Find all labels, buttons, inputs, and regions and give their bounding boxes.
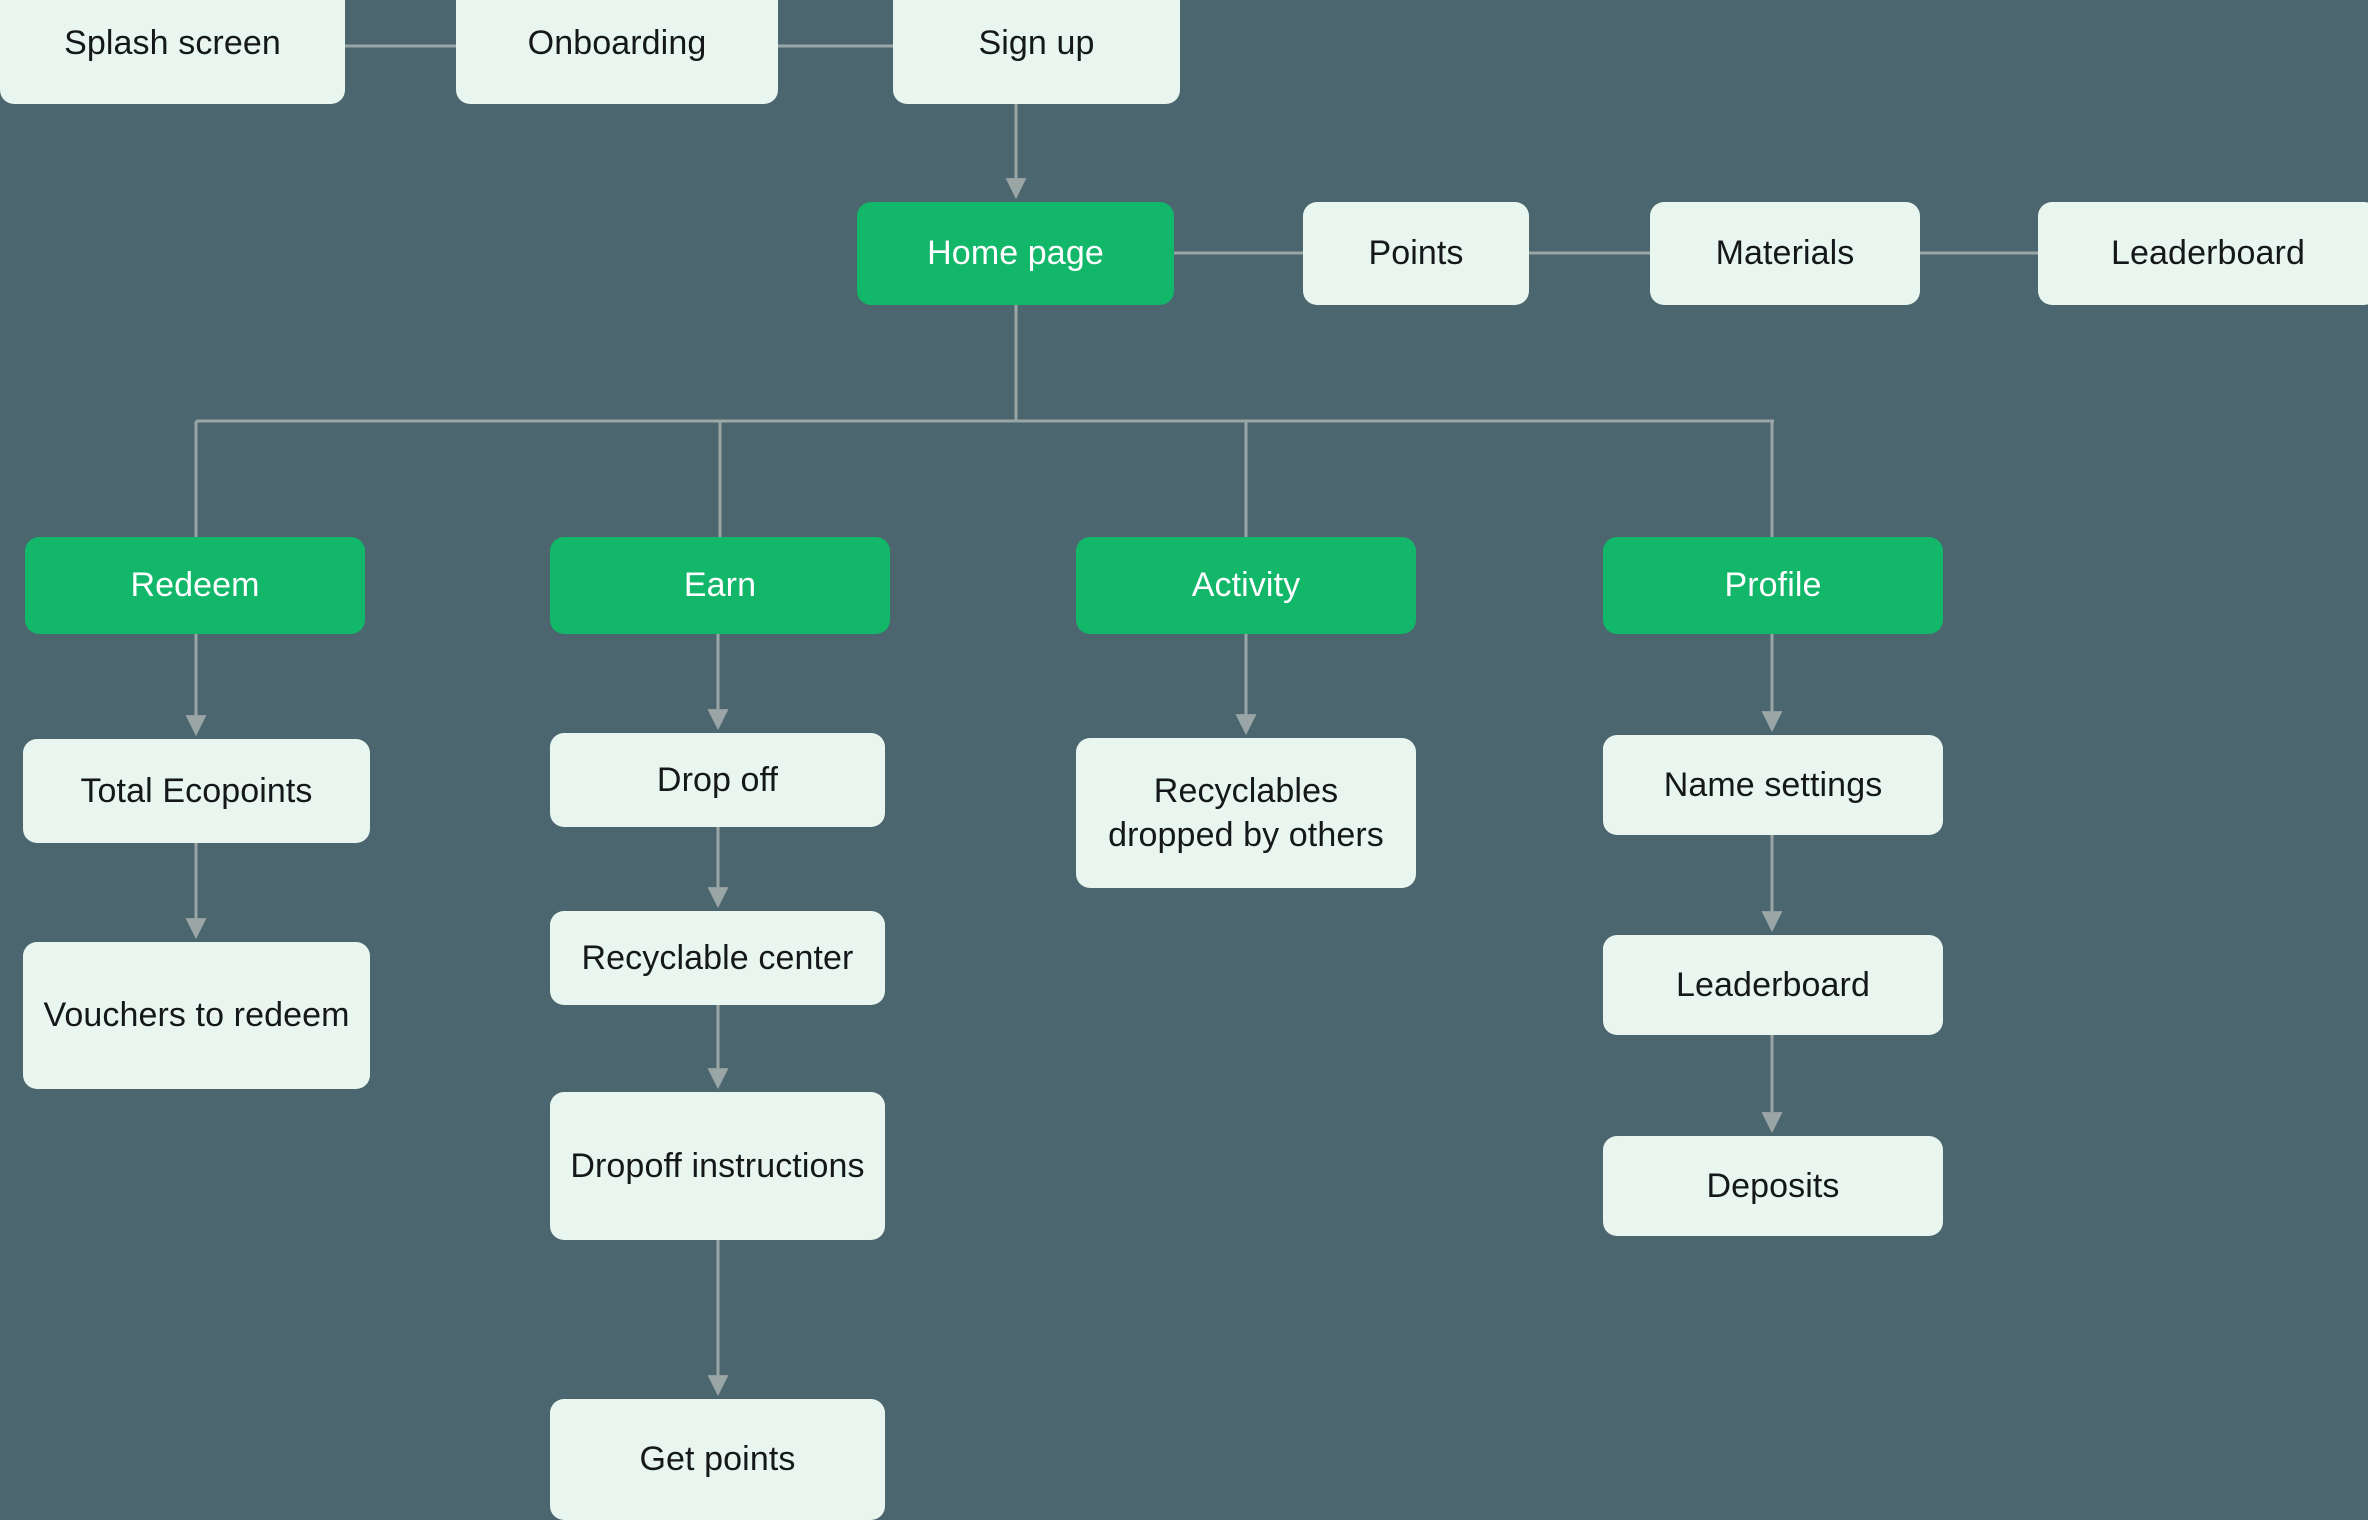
node-label: Drop off (656, 760, 779, 799)
node-leaderboard-profile[interactable]: Leaderboard (1603, 935, 1943, 1035)
node-label: Dropoff instructions (570, 1146, 865, 1185)
node-recyclable-center[interactable]: Recyclable center (550, 911, 885, 1005)
node-label: Points (1368, 234, 1464, 273)
node-label: Recyclables dropped by others (1108, 771, 1384, 854)
node-splash-screen[interactable]: Splash screen (0, 0, 345, 104)
node-vouchers-to-redeem[interactable]: Vouchers to redeem (23, 942, 370, 1089)
node-redeem[interactable]: Redeem (25, 537, 365, 634)
node-earn[interactable]: Earn (550, 537, 890, 634)
node-recyclables-dropped-by-others[interactable]: Recyclables dropped by others (1076, 738, 1416, 888)
node-label: Home page (927, 234, 1104, 273)
node-leaderboard-top[interactable]: Leaderboard (2038, 202, 2368, 305)
node-sign-up[interactable]: Sign up (893, 0, 1180, 104)
node-materials[interactable]: Materials (1650, 202, 1920, 305)
node-label: Redeem (130, 566, 260, 605)
node-label: Sign up (978, 23, 1095, 62)
node-label: Activity (1191, 566, 1301, 605)
node-label: Onboarding (527, 23, 707, 62)
node-name-settings[interactable]: Name settings (1603, 735, 1943, 835)
node-onboarding[interactable]: Onboarding (456, 0, 778, 104)
node-total-ecopoints[interactable]: Total Ecopoints (23, 739, 370, 843)
node-label: Vouchers to redeem (43, 996, 350, 1035)
node-home-page[interactable]: Home page (857, 202, 1174, 305)
node-drop-off[interactable]: Drop off (550, 733, 885, 827)
node-profile[interactable]: Profile (1603, 537, 1943, 634)
node-label: Deposits (1706, 1166, 1840, 1205)
node-label: Leaderboard (1676, 965, 1870, 1004)
node-activity[interactable]: Activity (1076, 537, 1416, 634)
node-label: Leaderboard (2111, 234, 2305, 273)
node-points[interactable]: Points (1303, 202, 1529, 305)
node-label: Profile (1724, 566, 1822, 605)
node-label: Materials (1715, 234, 1855, 273)
node-label: Total Ecopoints (80, 771, 313, 810)
node-label: Recyclable center (581, 938, 854, 977)
node-label: Earn (683, 566, 757, 605)
node-label: Get points (639, 1440, 796, 1479)
flowchart-canvas: Splash screen Onboarding Sign up Home pa… (0, 0, 2368, 1520)
node-dropoff-instructions[interactable]: Dropoff instructions (550, 1092, 885, 1240)
node-deposits[interactable]: Deposits (1603, 1136, 1943, 1236)
node-label: Name settings (1663, 765, 1883, 804)
node-label: Splash screen (64, 23, 281, 62)
